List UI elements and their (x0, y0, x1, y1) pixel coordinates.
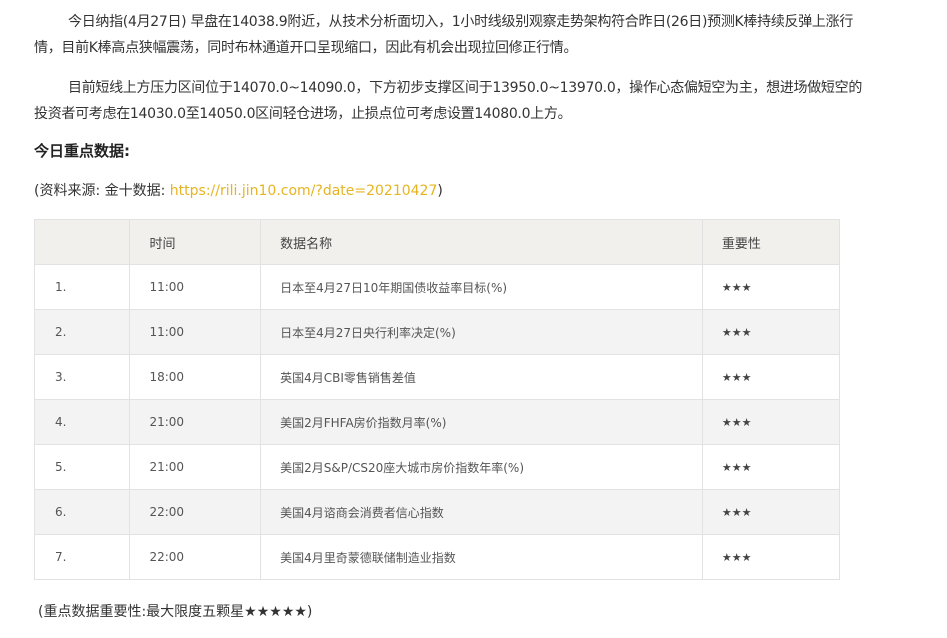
row-data-name: 英国4月CBI零售销售差值 (260, 354, 703, 400)
table-row: 1. 11:00 日本至4月27日10年期国债收益率目标(%) ★★★ (33, 264, 841, 310)
row-importance-stars: ★★★ (701, 264, 841, 310)
table-row: 2. 11:00 日本至4月27日央行利率决定(%) ★★★ (33, 309, 841, 355)
paragraph-2-text: 目前短线上方压力区间位于14070.0~14090.0，下方初步支撑区间于139… (34, 80, 863, 122)
header-index (33, 219, 131, 265)
source-line: (资料来源: 金十数据: https://rili.jin10.com/?dat… (34, 178, 443, 204)
row-index: 4. (33, 399, 131, 445)
table-row: 3. 18:00 英国4月CBI零售销售差值 ★★★ (33, 354, 841, 400)
importance-footnote: (重点数据重要性:最大限度五颗星★★★★★) (38, 604, 313, 620)
table-row: 7. 22:00 美国4月里奇蒙德联储制造业指数 ★★★ (33, 534, 841, 580)
row-data-name: 美国2月FHFA房价指数月率(%) (260, 399, 703, 445)
row-data-name: 日本至4月27日10年期国债收益率目标(%) (260, 264, 703, 310)
table-row: 5. 21:00 美国2月S&P/CS20座大城市房价指数年率(%) ★★★ (33, 444, 841, 490)
row-time: 21:00 (129, 444, 262, 490)
row-time: 22:00 (129, 489, 262, 535)
row-index: 1. (33, 264, 131, 310)
source-link[interactable]: https://rili.jin10.com/?date=20210427 (170, 183, 438, 199)
table-header-row: 时间 数据名称 重要性 (33, 219, 841, 265)
row-data-name: 美国2月S&P/CS20座大城市房价指数年率(%) (260, 444, 703, 490)
row-data-name: 日本至4月27日央行利率决定(%) (260, 309, 703, 355)
row-time: 11:00 (129, 264, 262, 310)
row-importance-stars: ★★★ (701, 354, 841, 400)
key-data-heading: 今日重点数据: (34, 142, 130, 160)
key-data-table: 时间 数据名称 重要性 1. 11:00 日本至4月27日10年期国债收益率目标… (33, 219, 841, 580)
row-time: 22:00 (129, 534, 262, 580)
row-time: 18:00 (129, 354, 262, 400)
row-index: 5. (33, 444, 131, 490)
source-prefix: (资料来源: 金十数据: (34, 183, 170, 199)
header-time: 时间 (129, 219, 262, 265)
row-data-name: 美国4月谘商会消费者信心指数 (260, 489, 703, 535)
header-data-name: 数据名称 (260, 219, 703, 265)
analysis-paragraph-1: 今日纳指(4月27日) 早盘在14038.9附近，从技术分析面切入，1小时线级别… (34, 9, 864, 61)
row-importance-stars: ★★★ (701, 444, 841, 490)
row-importance-stars: ★★★ (701, 534, 841, 580)
analysis-paragraph-2: 目前短线上方压力区间位于14070.0~14090.0，下方初步支撑区间于139… (34, 75, 864, 127)
row-time: 21:00 (129, 399, 262, 445)
row-index: 7. (33, 534, 131, 580)
row-data-name: 美国4月里奇蒙德联储制造业指数 (260, 534, 703, 580)
paragraph-1-text: 今日纳指(4月27日) 早盘在14038.9附近，从技术分析面切入，1小时线级别… (34, 14, 854, 56)
row-time: 11:00 (129, 309, 262, 355)
header-importance: 重要性 (701, 219, 841, 265)
table-row: 4. 21:00 美国2月FHFA房价指数月率(%) ★★★ (33, 399, 841, 445)
row-index: 2. (33, 309, 131, 355)
row-importance-stars: ★★★ (701, 489, 841, 535)
article-page: 今日纳指(4月27日) 早盘在14038.9附近，从技术分析面切入，1小时线级别… (0, 0, 947, 638)
row-importance-stars: ★★★ (701, 309, 841, 355)
row-index: 3. (33, 354, 131, 400)
row-importance-stars: ★★★ (701, 399, 841, 445)
row-index: 6. (33, 489, 131, 535)
table-row: 6. 22:00 美国4月谘商会消费者信心指数 ★★★ (33, 489, 841, 535)
source-suffix: ) (437, 183, 443, 199)
